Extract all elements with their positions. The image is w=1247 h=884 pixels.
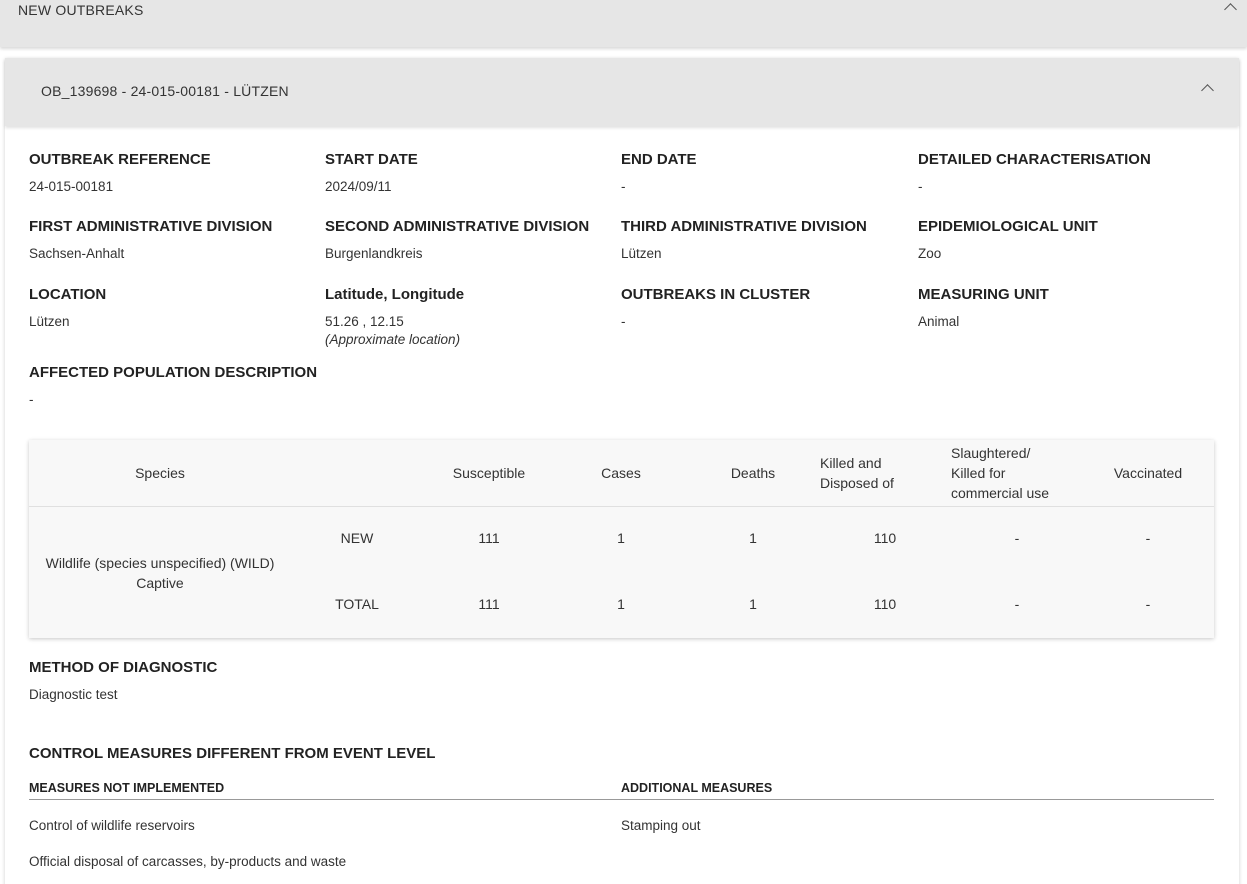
field-affected-population: AFFECTED POPULATION DESCRIPTION - [29,364,429,407]
outbreak-title: OB_139698 - 24-015-00181 - LÜTZEN [41,83,289,99]
field-value: - [621,314,626,329]
field-label: OUTBREAKS IN CLUSTER [621,286,811,303]
field-end-date: END DATE - [621,151,911,194]
field-measuring-unit: MEASURING UNIT Animal [918,286,1208,329]
cell-slaughtered: - [1014,530,1020,546]
species-category: Captive [136,574,184,591]
field-label: DETAILED CHARACTERISATION [918,151,1151,168]
field-label: EPIDEMIOLOGICAL UNIT [918,218,1098,235]
field-label: MEASURING UNIT [918,286,1049,303]
measures-not-implemented-header: MEASURES NOT IMPLEMENTED [29,781,225,795]
header-line: commercial use [951,485,1050,501]
measure-not-implemented-item: Control of wildlife reservoirs [29,818,195,833]
field-label: OUTBREAK REFERENCE [29,151,211,168]
column-header-species: Species [135,465,185,481]
chevron-up-icon[interactable] [1224,3,1237,16]
column-header-slaughtered: Slaughtered/ Killed for commercial use [951,440,1091,506]
field-label: END DATE [621,151,697,168]
field-value: Sachsen-Anhalt [29,246,125,261]
field-location: LOCATION Lützen [29,286,319,329]
field-outbreak-reference: OUTBREAK REFERENCE 24-015-00181 [29,151,319,194]
measure-not-implemented-item: Official disposal of carcasses, by-produ… [29,854,347,869]
column-header-susceptible: Susceptible [452,465,526,481]
field-label: THIRD ADMINISTRATIVE DIVISION [621,218,867,235]
field-value: - [918,179,923,194]
field-second-admin-division: SECOND ADMINISTRATIVE DIVISION Burgenlan… [325,218,615,261]
species-name: Wildlife (species unspecified) (WILD) [45,554,275,571]
field-label: SECOND ADMINISTRATIVE DIVISION [325,218,590,235]
field-label: START DATE [325,151,418,168]
field-third-admin-division: THIRD ADMINISTRATIVE DIVISION Lützen [621,218,911,261]
cell-slaughtered: - [1014,596,1020,612]
new-outbreaks-title: NEW OUTBREAKS [18,2,144,18]
field-value: Animal [918,314,960,329]
field-label: FIRST ADMINISTRATIVE DIVISION [29,218,273,235]
field-value: - [29,392,34,407]
approximate-location-note: (Approximate location) [325,332,461,347]
field-value: Zoo [918,246,942,261]
cell-cases: 1 [617,596,625,612]
row-type-new: NEW [340,530,374,546]
header-line: Killed and [820,455,882,471]
field-value: 51.26 , 12.15 [325,314,404,329]
field-detailed-characterisation: DETAILED CHARACTERISATION - [918,151,1208,194]
header-line: Killed for [951,465,1006,481]
outbreak-card-header[interactable]: OB_139698 - 24-015-00181 - LÜTZEN [5,58,1239,126]
cell-killed: 110 [873,596,897,612]
field-lat-long: Latitude, Longitude 51.26 , 12.15 (Appro… [325,286,615,347]
column-header-killed-disposed: Killed and Disposed of [820,440,950,506]
field-label: LOCATION [29,286,107,303]
cell-susceptible: 111 [478,530,500,546]
column-header-vaccinated: Vaccinated [1113,465,1183,481]
field-value: Lützen [29,314,70,329]
field-value: 2024/09/11 [325,179,392,194]
header-line: Slaughtered/ [951,445,1031,461]
diagnostic-label: METHOD OF DIAGNOSTIC [29,659,218,676]
cell-killed: 110 [873,530,897,546]
diagnostic-value: Diagnostic test [29,687,118,702]
column-header-cases: Cases [601,465,641,481]
field-first-admin-division: FIRST ADMINISTRATIVE DIVISION Sachsen-An… [29,218,319,261]
chevron-up-icon[interactable] [1201,84,1214,97]
control-measures-title: CONTROL MEASURES DIFFERENT FROM EVENT LE… [29,745,436,762]
field-outbreaks-in-cluster: OUTBREAKS IN CLUSTER - [621,286,911,329]
field-start-date: START DATE 2024/09/11 [325,151,615,194]
header-line: Disposed of [820,475,894,491]
field-value: Lützen [621,246,662,261]
additional-measure-item: Stamping out [621,818,701,833]
field-label: Latitude, Longitude [325,286,465,303]
species-table: Species Susceptible Cases Deaths Killed … [29,440,1214,638]
field-value: Burgenlandkreis [325,246,423,261]
cell-susceptible: 111 [478,596,500,612]
additional-measures-header: ADDITIONAL MEASURES [621,781,773,795]
row-type-total: TOTAL [335,596,379,612]
species-cell: Wildlife (species unspecified) (WILD) Ca… [29,507,291,638]
new-outbreaks-panel-header[interactable]: NEW OUTBREAKS [0,0,1247,47]
cell-cases: 1 [617,530,625,546]
field-epidemiological-unit: EPIDEMIOLOGICAL UNIT Zoo [918,218,1208,261]
field-value: - [621,179,626,194]
cell-vaccinated: - [1145,596,1151,612]
field-value: 24-015-00181 [29,179,114,194]
cell-deaths: 1 [749,530,757,546]
field-label: AFFECTED POPULATION DESCRIPTION [29,364,318,381]
cell-vaccinated: - [1145,530,1151,546]
measures-divider [29,799,1214,800]
cell-deaths: 1 [749,596,757,612]
column-header-deaths: Deaths [730,465,776,481]
